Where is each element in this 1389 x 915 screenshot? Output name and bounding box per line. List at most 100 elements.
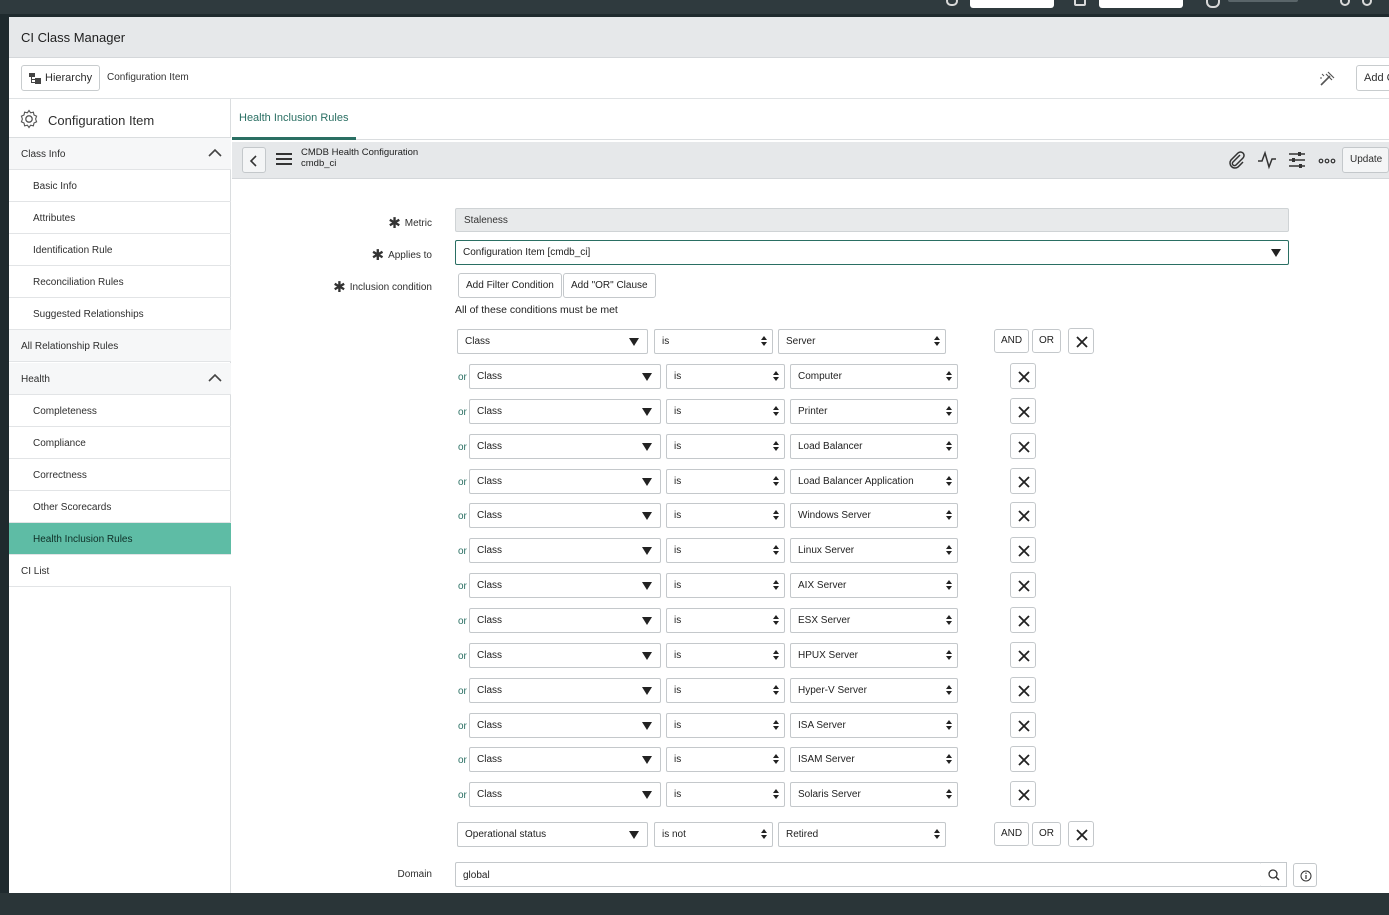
- condition-field-select[interactable]: Class: [457, 329, 648, 354]
- condition-field-select[interactable]: Class: [469, 713, 661, 738]
- condition-value-select[interactable]: Server: [778, 329, 946, 354]
- condition-operator-select[interactable]: is: [666, 503, 785, 528]
- remove-condition-button[interactable]: [1010, 537, 1036, 563]
- sidebar-item-compliance[interactable]: Compliance: [9, 427, 231, 459]
- remove-condition-button[interactable]: [1010, 468, 1036, 494]
- condition-value-select[interactable]: Load Balancer: [790, 434, 958, 459]
- more-icon[interactable]: [1317, 150, 1337, 170]
- sidebar-item-basic-info[interactable]: Basic Info: [9, 170, 231, 202]
- condition-operator-select[interactable]: is: [666, 399, 785, 424]
- condition-value-select[interactable]: ISA Server: [790, 713, 958, 738]
- avatar[interactable]: [1206, 0, 1220, 8]
- back-button[interactable]: [242, 147, 266, 173]
- condition-operator-select[interactable]: is: [666, 782, 785, 807]
- paperclip-icon[interactable]: [1227, 150, 1247, 170]
- sidebar-item-class-info[interactable]: Class Info: [9, 138, 231, 170]
- condition-field-select[interactable]: Class: [469, 747, 661, 772]
- condition-value-select[interactable]: Solaris Server: [790, 782, 958, 807]
- condition-operator-select[interactable]: is: [666, 364, 785, 389]
- sidebar-header[interactable]: Configuration Item: [9, 99, 231, 138]
- add-or-clause-button[interactable]: Add "OR" Clause: [563, 273, 656, 298]
- condition-value-select[interactable]: AIX Server: [790, 573, 958, 598]
- condition-field-select[interactable]: Class: [469, 399, 661, 424]
- sidebar-item-completeness[interactable]: Completeness: [9, 395, 231, 427]
- condition-operator-select[interactable]: is: [666, 434, 785, 459]
- chevron-up-icon[interactable]: [208, 148, 222, 158]
- or-button[interactable]: OR: [1032, 329, 1061, 353]
- tab-health-inclusion-rules[interactable]: Health Inclusion Rules: [232, 99, 356, 140]
- help-icon[interactable]: [1362, 0, 1372, 6]
- condition-operator-select[interactable]: is: [666, 747, 785, 772]
- sidebar-item-identification-rule[interactable]: Identification Rule: [9, 234, 231, 266]
- sidebar-item-ci-list[interactable]: CI List: [9, 555, 231, 587]
- sidebar-item-other-scorecards[interactable]: Other Scorecards: [9, 491, 231, 523]
- condition-operator-select[interactable]: is: [654, 329, 773, 354]
- condition-field-select[interactable]: Class: [469, 469, 661, 494]
- condition-field-select[interactable]: Class: [469, 503, 661, 528]
- condition-value-select[interactable]: HPUX Server: [790, 643, 958, 668]
- sidebar-item-correctness[interactable]: Correctness: [9, 459, 231, 491]
- domain-info-button[interactable]: [1293, 863, 1317, 887]
- hierarchy-button[interactable]: Hierarchy: [21, 65, 101, 91]
- condition-field-select[interactable]: Class: [469, 538, 661, 563]
- remove-condition-button[interactable]: [1010, 746, 1036, 772]
- remove-condition-button[interactable]: [1010, 781, 1036, 807]
- condition-field-select[interactable]: Class: [469, 364, 661, 389]
- sidebar-item-all-relationship-rules[interactable]: All Relationship Rules: [9, 330, 231, 362]
- and-button[interactable]: AND: [994, 329, 1030, 353]
- condition-value-select[interactable]: ESX Server: [790, 608, 958, 633]
- domain-field[interactable]: global: [455, 862, 1262, 887]
- remove-condition-button[interactable]: [1068, 328, 1094, 354]
- remove-condition-button[interactable]: [1010, 398, 1036, 424]
- domain-lookup-button[interactable]: [1261, 862, 1287, 887]
- globe-icon[interactable]: [946, 0, 958, 6]
- remove-condition-button[interactable]: [1010, 502, 1036, 528]
- condition-field-select[interactable]: Class: [469, 608, 661, 633]
- remove-condition-button[interactable]: [1010, 433, 1036, 459]
- calendar-icon[interactable]: [1074, 0, 1086, 6]
- condition-value-select[interactable]: Printer: [790, 399, 958, 424]
- remove-condition-button[interactable]: [1010, 607, 1036, 633]
- search-icon[interactable]: [1340, 0, 1350, 6]
- condition-operator-select[interactable]: is: [666, 678, 785, 703]
- add-class-button[interactable]: Add C: [1356, 65, 1389, 91]
- activity-icon[interactable]: [1257, 150, 1277, 170]
- condition-field-select[interactable]: Class: [469, 678, 661, 703]
- condition-value-select[interactable]: Computer: [790, 364, 958, 389]
- condition-operator-select[interactable]: is: [666, 538, 785, 563]
- condition-operator-select[interactable]: is: [666, 643, 785, 668]
- remove-condition-button[interactable]: [1010, 677, 1036, 703]
- condition-value-select[interactable]: Retired: [778, 822, 946, 847]
- condition-field-select[interactable]: Operational status: [457, 822, 648, 847]
- sliders-icon[interactable]: [1287, 150, 1307, 170]
- condition-field-select[interactable]: Class: [469, 573, 661, 598]
- condition-operator-select[interactable]: is: [666, 469, 785, 494]
- sidebar-item-health[interactable]: Health: [9, 363, 231, 395]
- condition-field-select[interactable]: Class: [469, 643, 661, 668]
- top-nav-control[interactable]: [1099, 0, 1183, 8]
- condition-value-select[interactable]: Hyper-V Server: [790, 678, 958, 703]
- condition-field-select[interactable]: Class: [469, 434, 661, 459]
- chevron-up-icon[interactable]: [208, 373, 222, 383]
- applies-to-select[interactable]: Configuration Item [cmdb_ci]: [455, 240, 1289, 265]
- remove-condition-button[interactable]: [1010, 363, 1036, 389]
- magic-wand-icon[interactable]: [1318, 70, 1336, 88]
- and-button[interactable]: AND: [994, 822, 1030, 846]
- condition-operator-select[interactable]: is: [666, 608, 785, 633]
- remove-condition-button[interactable]: [1010, 642, 1036, 668]
- condition-operator-select[interactable]: is: [666, 573, 785, 598]
- remove-condition-button[interactable]: [1068, 821, 1094, 847]
- or-button[interactable]: OR: [1032, 822, 1061, 846]
- sidebar-item-health-inclusion-rules[interactable]: Health Inclusion Rules: [9, 523, 231, 555]
- remove-condition-button[interactable]: [1010, 572, 1036, 598]
- sidebar-item-reconciliation-rules[interactable]: Reconciliation Rules: [9, 266, 231, 298]
- condition-value-select[interactable]: Windows Server: [790, 503, 958, 528]
- condition-field-select[interactable]: Class: [469, 782, 661, 807]
- condition-value-select[interactable]: Load Balancer Application: [790, 469, 958, 494]
- sidebar-item-attributes[interactable]: Attributes: [9, 202, 231, 234]
- condition-operator-select[interactable]: is: [666, 713, 785, 738]
- hamburger-icon[interactable]: [276, 153, 292, 167]
- top-nav-control[interactable]: [970, 0, 1054, 8]
- sidebar-item-suggested-relationships[interactable]: Suggested Relationships: [9, 298, 231, 330]
- condition-operator-select[interactable]: is not: [654, 822, 773, 847]
